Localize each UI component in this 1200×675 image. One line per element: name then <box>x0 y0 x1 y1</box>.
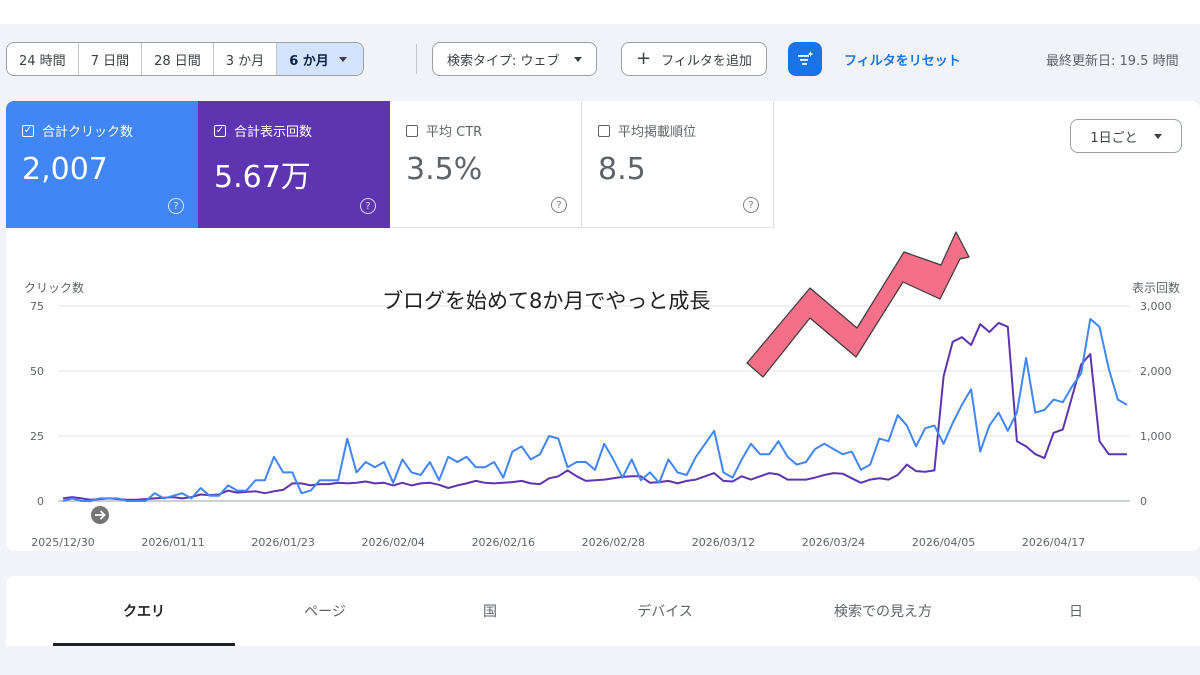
right-axis-tick-label: 3,000 <box>1140 300 1172 313</box>
left-axis-tick-label: 0 <box>37 495 44 508</box>
x-axis-tick-label: 2026/04/05 <box>912 536 975 549</box>
date-range-7d[interactable]: 7 日間 <box>78 43 143 75</box>
right-axis-tick-label: 1,000 <box>1140 430 1172 443</box>
date-range-6m[interactable]: 6 か月 <box>277 43 363 75</box>
performance-card: ✓ 合計クリック数 2,007 ? ✓ 合計表示回数 5.67万 ? 平均 CTR … <box>6 101 1200 551</box>
right-axis-title: 表示回数 <box>1132 280 1180 295</box>
right-axis-ticks: 3,000 2,000 1,000 0 <box>1140 300 1172 508</box>
tab-query[interactable]: クエリ <box>53 576 235 646</box>
plus-icon: + <box>636 48 652 69</box>
x-axis-tick-label: 2026/04/17 <box>1022 536 1085 549</box>
right-axis-tick-label: 0 <box>1140 495 1147 508</box>
growth-annotation-text: ブログを始めて8か月でやっと成長 <box>382 289 710 313</box>
impressions-series-line <box>62 321 1127 501</box>
performance-chart: クリック数 表示回数 75 50 25 0 3,000 2,000 1,000 0 2025… <box>24 231 1180 549</box>
left-axis-tick-label: 50 <box>30 365 44 378</box>
x-axis-tick-label: 2026/01/23 <box>251 536 314 549</box>
left-axis-ticks: 75 50 25 0 <box>30 300 44 508</box>
filter-settings-button[interactable] <box>788 42 822 76</box>
x-axis-tick-label: 2026/02/28 <box>582 536 645 549</box>
date-range-3m[interactable]: 3 か月 <box>213 43 278 75</box>
search-console-app: 24 時間 7 日間 28 日間 3 か月 6 か月 検索タイプ: ウェブ + … <box>0 24 1200 675</box>
x-axis-tick-label: 2026/02/04 <box>362 536 425 549</box>
clicks-series-line <box>62 318 1128 502</box>
add-filter-button[interactable]: + フィルタを追加 <box>621 42 767 76</box>
left-axis-tick-label: 25 <box>30 430 44 443</box>
x-axis-tick-label: 2025/12/30 <box>31 536 94 549</box>
date-range-segmented-control: 24 時間 7 日間 28 日間 3 か月 6 か月 <box>6 42 364 76</box>
left-axis-title: クリック数 <box>24 280 84 295</box>
growth-arrow-graphic <box>746 231 970 378</box>
chevron-down-icon <box>573 56 582 62</box>
chart-gridlines <box>58 305 1130 502</box>
tab-country[interactable]: 国 <box>415 576 565 646</box>
tab-page[interactable]: ページ <box>235 576 415 646</box>
tab-device[interactable]: デバイス <box>565 576 765 646</box>
date-range-28d[interactable]: 28 日間 <box>142 43 214 75</box>
search-type-dropdown[interactable]: 検索タイプ: ウェブ <box>432 42 597 76</box>
last-updated-text: 最終更新日: 19.5 時間 <box>1046 53 1179 69</box>
date-range-24h[interactable]: 24 時間 <box>7 43 79 75</box>
left-axis-tick-label: 75 <box>30 300 44 313</box>
chevron-down-icon <box>338 56 347 62</box>
active-tab-indicator <box>53 643 235 646</box>
chart-series <box>62 318 1128 502</box>
dimension-tabs: クエリ ページ 国 デバイス 検索での見え方 日 <box>6 576 1200 646</box>
x-axis-ticks: 2025/12/30 2026/01/11 2026/01/23 2026/02/04… <box>31 536 1085 549</box>
reset-filters-link[interactable]: フィルタをリセット <box>844 42 961 76</box>
tab-search-appearance[interactable]: 検索での見え方 <box>765 576 1001 646</box>
toolbar: 24 時間 7 日間 28 日間 3 か月 6 か月 検索タイプ: ウェブ + … <box>6 42 1200 76</box>
tab-date[interactable]: 日 <box>1001 576 1151 646</box>
x-axis-tick-label: 2026/02/16 <box>472 536 535 549</box>
x-axis-tick-label: 2026/03/24 <box>802 536 865 549</box>
toolbar-divider <box>416 44 417 74</box>
annotation-marker-button[interactable] <box>91 506 109 524</box>
x-axis-tick-label: 2026/01/11 <box>141 536 204 549</box>
filter-sparkle-icon <box>798 51 814 65</box>
x-axis-tick-label: 2026/03/12 <box>692 536 755 549</box>
right-axis-tick-label: 2,000 <box>1140 365 1172 378</box>
